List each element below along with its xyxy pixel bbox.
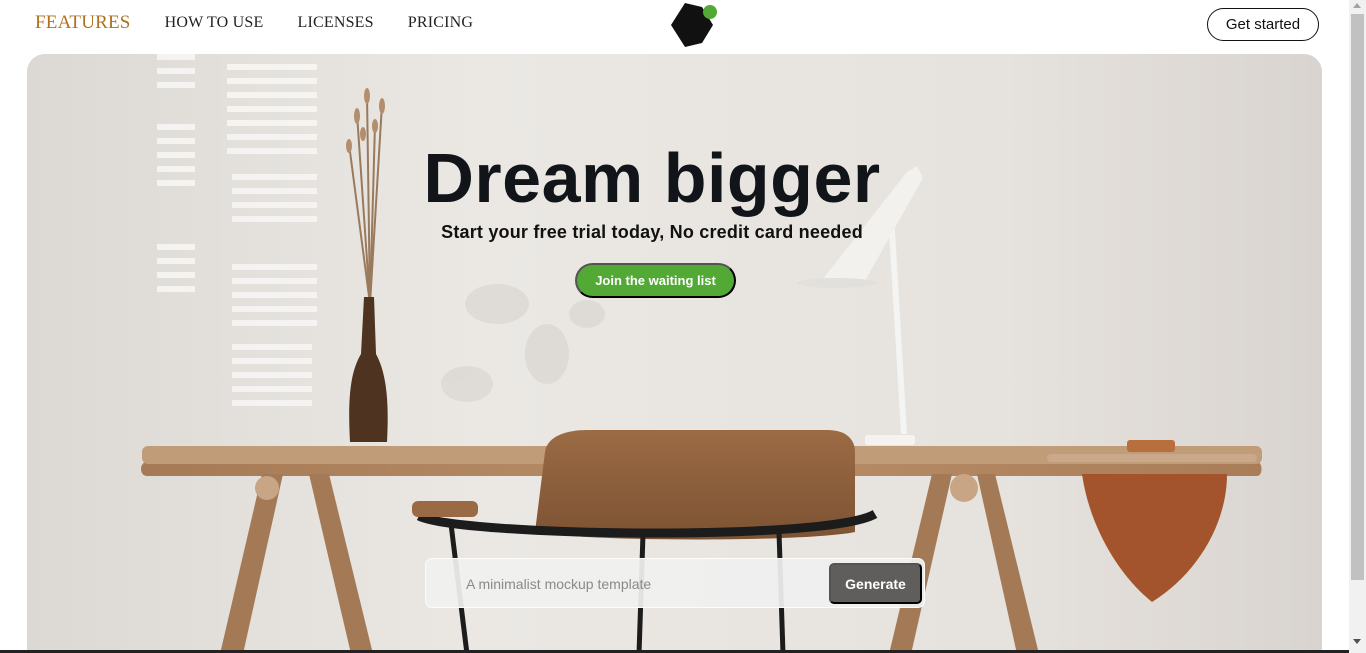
- hero-subtitle: Start your free trial today, No credit c…: [441, 222, 863, 242]
- nav-link-how-to-use[interactable]: HOW TO USE: [165, 14, 264, 34]
- hero-section: Dream bigger Start your free trial today…: [27, 54, 1322, 653]
- hexagon-dot-logo-icon: [671, 3, 717, 47]
- page-scrollbar[interactable]: [1349, 0, 1366, 653]
- nav-link-features[interactable]: FEATURES: [35, 12, 131, 34]
- nav-link-licenses[interactable]: LICENSES: [297, 14, 373, 34]
- prompt-generator: Generate: [425, 558, 925, 608]
- hero-title: Dream bigger: [423, 139, 881, 217]
- nav-menu: FEATURES HOW TO USE LICENSES PRICING: [35, 12, 473, 34]
- nav-link-pricing[interactable]: PRICING: [408, 14, 473, 34]
- scroll-down-arrow-icon[interactable]: [1353, 639, 1361, 644]
- join-waiting-list-button[interactable]: Join the waiting list: [575, 263, 736, 298]
- scrollbar-thumb[interactable]: [1351, 14, 1364, 580]
- top-navigation: FEATURES HOW TO USE LICENSES PRICING Get…: [0, 0, 1349, 50]
- scroll-up-arrow-icon[interactable]: [1353, 3, 1361, 8]
- prompt-input[interactable]: [466, 572, 816, 596]
- get-started-button[interactable]: Get started: [1207, 8, 1319, 41]
- brand-logo[interactable]: [668, 3, 720, 47]
- generate-button[interactable]: Generate: [829, 563, 922, 604]
